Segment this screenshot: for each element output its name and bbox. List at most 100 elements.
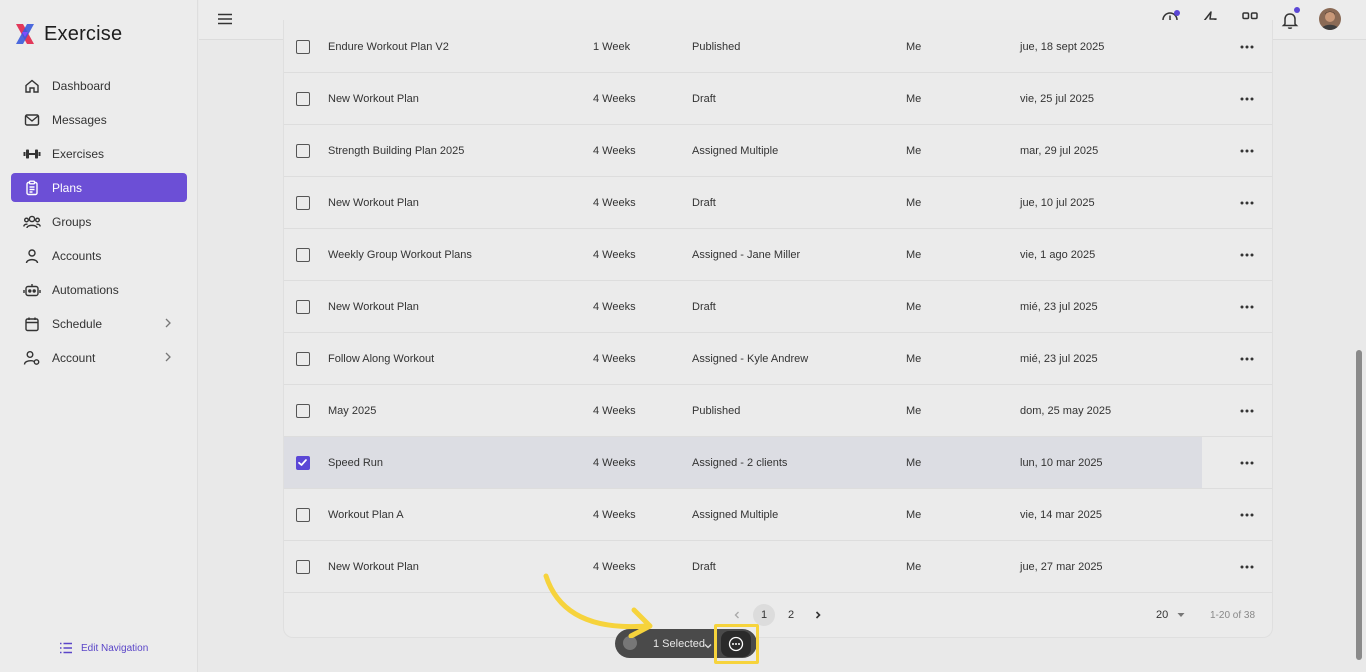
- sidebar-item-groups[interactable]: Groups: [11, 207, 187, 236]
- pagination-page-2[interactable]: 2: [780, 604, 802, 626]
- table-row[interactable]: Endure Workout Plan V2 1 Week Published Me j…: [284, 21, 1272, 73]
- selection-count[interactable]: 1 Selected: [653, 629, 705, 658]
- sidebar-item-plans[interactable]: Plans: [11, 173, 187, 202]
- pagination-range: 1-20 of 38: [1210, 609, 1256, 621]
- pagination-prev-button[interactable]: [726, 604, 748, 626]
- sidebar-item-label: Messages: [52, 112, 107, 127]
- plan-name[interactable]: Endure Workout Plan V2: [328, 21, 449, 72]
- row-checkbox[interactable]: [296, 248, 310, 262]
- bell-icon[interactable]: [1280, 7, 1300, 30]
- vertical-scrollbar[interactable]: [1356, 350, 1362, 660]
- sidebar-item-label: Account: [52, 350, 96, 365]
- plan-duration: 4 Weeks: [593, 248, 636, 261]
- plan-name[interactable]: Weekly Group Workout Plans: [328, 229, 472, 280]
- calendar-icon: [23, 315, 41, 333]
- row-more-icon[interactable]: [1237, 385, 1257, 436]
- table-row[interactable]: Speed Run 4 Weeks Assigned - 2 clients Me lu…: [284, 437, 1272, 489]
- plan-status: Published: [692, 40, 741, 53]
- row-more-icon[interactable]: [1237, 177, 1257, 228]
- row-more-icon[interactable]: [1237, 437, 1257, 488]
- plan-name[interactable]: May 2025: [328, 385, 376, 436]
- row-checkbox[interactable]: [296, 196, 310, 210]
- sidebar-item-schedule[interactable]: Schedule: [11, 309, 187, 338]
- plan-name[interactable]: New Workout Plan: [328, 541, 419, 592]
- row-checkbox[interactable]: [296, 456, 310, 470]
- sidebar-item-exercises[interactable]: Exercises: [11, 139, 187, 168]
- sidebar-item-accounts[interactable]: Accounts: [11, 241, 187, 270]
- plan-status: Assigned - Jane Miller: [692, 248, 801, 261]
- plan-name[interactable]: New Workout Plan: [328, 73, 419, 124]
- table-row[interactable]: Workout Plan A 4 Weeks Assigned Multiple Me…: [284, 489, 1272, 541]
- home-icon: [23, 77, 41, 95]
- user-icon: [23, 247, 41, 265]
- sidebar-item-account[interactable]: Account: [11, 343, 187, 372]
- row-checkbox[interactable]: [296, 560, 310, 574]
- menu-icon[interactable]: [217, 11, 233, 27]
- per-page-select[interactable]: 20: [1150, 604, 1194, 626]
- mail-icon: [23, 111, 41, 129]
- plan-name[interactable]: New Workout Plan: [328, 177, 419, 228]
- row-more-icon[interactable]: [1237, 333, 1257, 384]
- brand[interactable]: Exercise: [14, 20, 122, 48]
- sidebar-item-label: Schedule: [52, 316, 103, 331]
- plan-status: Assigned Multiple: [692, 508, 779, 521]
- table-row[interactable]: New Workout Plan 4 Weeks Draft Me vie, 25 ju…: [284, 73, 1272, 125]
- row-checkbox[interactable]: [296, 144, 310, 158]
- chevron-right-icon: [161, 316, 175, 330]
- plan-duration: 4 Weeks: [593, 196, 636, 209]
- table-row[interactable]: Strength Building Plan 2025 4 Weeks Assign…: [284, 125, 1272, 177]
- chevron-down-icon[interactable]: [703, 638, 713, 649]
- plan-duration: 4 Weeks: [593, 144, 636, 157]
- table-row[interactable]: New Workout Plan 4 Weeks Draft Me jue, 10 ju…: [284, 177, 1272, 229]
- plan-owner: Me: [906, 92, 922, 105]
- table-row[interactable]: New Workout Plan 4 Weeks Draft Me jue, 27 ma…: [284, 541, 1272, 593]
- plan-duration: 4 Weeks: [593, 404, 636, 417]
- plan-date: mar, 29 jul 2025: [1020, 144, 1099, 157]
- row-checkbox[interactable]: [296, 40, 310, 54]
- row-more-icon[interactable]: [1237, 229, 1257, 280]
- sidebar-item-messages[interactable]: Messages: [11, 105, 187, 134]
- table-row[interactable]: Weekly Group Workout Plans 4 Weeks Assigne…: [284, 229, 1272, 281]
- table-row[interactable]: New Workout Plan 4 Weeks Draft Me mié, 23 ju…: [284, 281, 1272, 333]
- plan-duration: 4 Weeks: [593, 300, 636, 313]
- chevron-right-icon: [161, 350, 175, 364]
- pagination-page-1[interactable]: 1: [753, 604, 775, 626]
- row-checkbox[interactable]: [296, 300, 310, 314]
- row-more-icon[interactable]: [1237, 541, 1257, 592]
- sidebar-item-automations[interactable]: Automations: [11, 275, 187, 304]
- plan-name[interactable]: Strength Building Plan 2025: [328, 125, 464, 176]
- per-page-value: 20: [1156, 609, 1169, 621]
- sidebar-item-label: Automations: [52, 282, 119, 297]
- sidebar-item-dashboard[interactable]: Dashboard: [11, 71, 187, 100]
- row-checkbox[interactable]: [296, 352, 310, 366]
- clear-selection-icon[interactable]: [623, 636, 637, 650]
- row-more-icon[interactable]: [1237, 489, 1257, 540]
- plan-date: jue, 18 sept 2025: [1020, 40, 1105, 53]
- avatar[interactable]: [1319, 8, 1341, 30]
- plans-table: Endure Workout Plan V2 1 Week Published Me j…: [283, 20, 1273, 638]
- plan-date: mié, 23 jul 2025: [1020, 300, 1098, 313]
- checkmark-icon: [298, 459, 307, 466]
- plan-duration: 4 Weeks: [593, 508, 636, 521]
- row-more-icon[interactable]: [1237, 281, 1257, 332]
- plan-owner: Me: [906, 508, 922, 521]
- row-more-icon[interactable]: [1237, 125, 1257, 176]
- plan-name[interactable]: Workout Plan A: [328, 489, 404, 540]
- plan-owner: Me: [906, 352, 922, 365]
- plan-name[interactable]: Follow Along Workout: [328, 333, 434, 384]
- table-row[interactable]: May 2025 4 Weeks Published Me dom, 25 may 20…: [284, 385, 1272, 437]
- exercise-logo-icon: [14, 22, 36, 46]
- table-row[interactable]: Follow Along Workout 4 Weeks Assigned - Ky…: [284, 333, 1272, 385]
- pagination-next-button[interactable]: [807, 604, 829, 626]
- plan-status: Draft: [692, 196, 716, 209]
- row-checkbox[interactable]: [296, 404, 310, 418]
- plan-name[interactable]: Speed Run: [328, 437, 383, 488]
- row-more-icon[interactable]: [1237, 21, 1257, 72]
- plan-name[interactable]: New Workout Plan: [328, 281, 419, 332]
- sidebar-item-label: Dashboard: [52, 78, 111, 93]
- row-checkbox[interactable]: [296, 92, 310, 106]
- row-more-icon[interactable]: [1237, 73, 1257, 124]
- row-checkbox[interactable]: [296, 508, 310, 522]
- plan-date: jue, 27 mar 2025: [1020, 560, 1103, 573]
- edit-navigation-link[interactable]: Edit Navigation: [59, 641, 148, 655]
